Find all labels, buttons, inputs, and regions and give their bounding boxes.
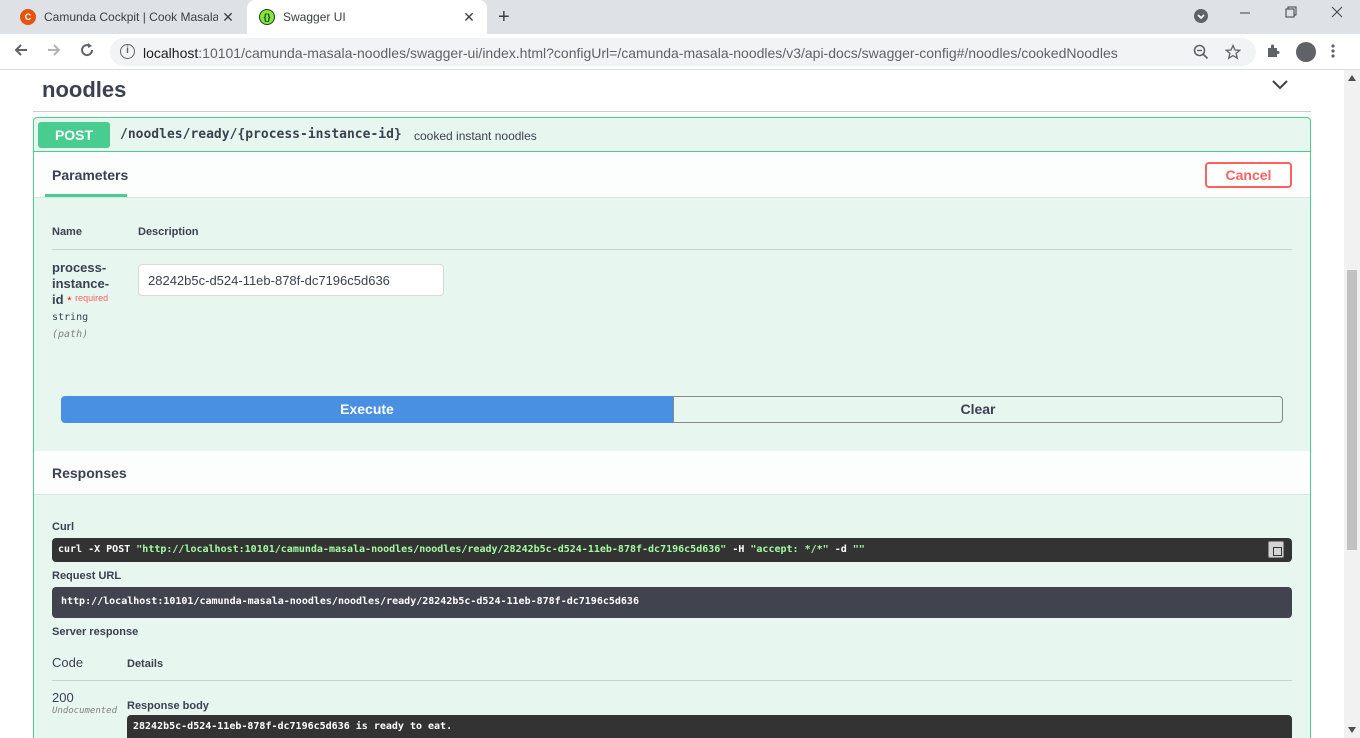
parameter-name: process- instance- id * required <box>52 260 110 307</box>
back-icon[interactable] <box>10 41 32 63</box>
site-info-icon[interactable]: i <box>120 44 135 59</box>
browser-tab-bar: C Camunda Cockpit | Cook Masala ✕ {} Swa… <box>0 0 1360 34</box>
page-scrollbar[interactable] <box>1344 70 1360 738</box>
undocumented-label: Undocumented <box>52 706 118 716</box>
address-url[interactable]: localhost:10101/camunda-masala-noodles/s… <box>143 45 1118 61</box>
required-label: required <box>75 293 109 303</box>
browser-tab-swagger[interactable]: {} Swagger UI ✕ <box>247 0 487 34</box>
response-status-code: 200 <box>52 690 74 705</box>
minimize-icon[interactable] <box>1238 5 1252 22</box>
new-tab-button[interactable]: + <box>498 6 510 29</box>
close-icon[interactable]: ✕ <box>218 9 238 26</box>
browser-toolbar: i localhost:10101/camunda-masala-noodles… <box>0 34 1360 70</box>
parameter-type: string <box>52 312 89 323</box>
address-bar[interactable]: i localhost:10101/camunda-masala-noodles… <box>110 38 1256 66</box>
zoom-icon[interactable] <box>1193 44 1209 63</box>
response-body-label: Response body <box>127 700 209 712</box>
swagger-page: noodles POST /noodles/ready/{process-ins… <box>0 70 1344 738</box>
window-close-icon[interactable] <box>1330 5 1344 22</box>
cancel-button[interactable]: Cancel <box>1205 162 1292 188</box>
curl-label: Curl <box>52 521 74 533</box>
operation-block-post: POST /noodles/ready/{process-instance-id… <box>33 117 1311 738</box>
parameter-location: (path) <box>52 329 89 340</box>
column-header-name: Name <box>52 226 82 238</box>
curl-command[interactable]: curl -X POST "http://localhost:10101/cam… <box>52 538 1292 562</box>
tab-search-icon[interactable] <box>1193 8 1209 27</box>
tab-title: Camunda Cockpit | Cook Masala <box>44 10 218 24</box>
tag-section-noodles[interactable]: noodles <box>33 70 1311 112</box>
column-header-details: Details <box>127 658 164 670</box>
request-url-label: Request URL <box>52 570 122 582</box>
copy-to-clipboard-icon[interactable] <box>1268 541 1284 558</box>
required-star: * <box>67 295 72 307</box>
parameters-header: Parameters Cancel <box>34 152 1310 198</box>
responses-title: Responses <box>52 465 127 481</box>
response-body[interactable]: 28242b5c-d524-11eb-878f-dc7196c5d636 is … <box>127 715 1292 738</box>
camunda-icon: C <box>20 9 36 25</box>
clear-button[interactable]: Clear <box>673 396 1283 423</box>
execute-button[interactable]: Execute <box>61 396 673 423</box>
scroll-down-icon[interactable] <box>1348 726 1356 735</box>
profile-avatar-icon[interactable] <box>1296 42 1316 62</box>
extensions-icon[interactable] <box>1265 43 1281 63</box>
tab-underline <box>45 194 127 197</box>
tab-parameters[interactable]: Parameters <box>52 167 128 183</box>
column-header-code: Code <box>52 655 84 670</box>
process-instance-id-input[interactable] <box>138 264 444 296</box>
operation-description: cooked instant noodles <box>414 129 537 143</box>
scrollbar-thumb[interactable] <box>1347 270 1357 550</box>
bookmark-star-icon[interactable] <box>1224 43 1242 63</box>
chevron-down-icon[interactable] <box>1271 78 1289 96</box>
reload-icon[interactable] <box>76 41 98 63</box>
column-header-description: Description <box>138 226 199 238</box>
tab-title: Swagger UI <box>283 10 346 24</box>
browser-tab-camunda[interactable]: C Camunda Cockpit | Cook Masala ✕ <box>8 0 246 34</box>
method-badge: POST <box>38 122 110 148</box>
request-url[interactable]: http://localhost:10101/camunda-masala-no… <box>52 587 1292 618</box>
restore-icon[interactable] <box>1284 5 1298 22</box>
operation-path: /noodles/ready/{process-instance-id} <box>120 127 402 142</box>
divider <box>52 249 1292 250</box>
server-response-label: Server response <box>52 626 139 638</box>
close-icon[interactable]: ✕ <box>459 9 479 26</box>
scroll-up-icon[interactable] <box>1348 74 1356 83</box>
responses-header: Responses <box>34 451 1310 495</box>
operation-summary[interactable]: POST /noodles/ready/{process-instance-id… <box>34 118 1310 152</box>
tag-title: noodles <box>42 77 127 102</box>
divider <box>52 680 1292 681</box>
browser-menu-icon[interactable] <box>1330 43 1336 63</box>
forward-icon[interactable] <box>43 41 65 63</box>
swagger-icon: {} <box>259 9 275 25</box>
